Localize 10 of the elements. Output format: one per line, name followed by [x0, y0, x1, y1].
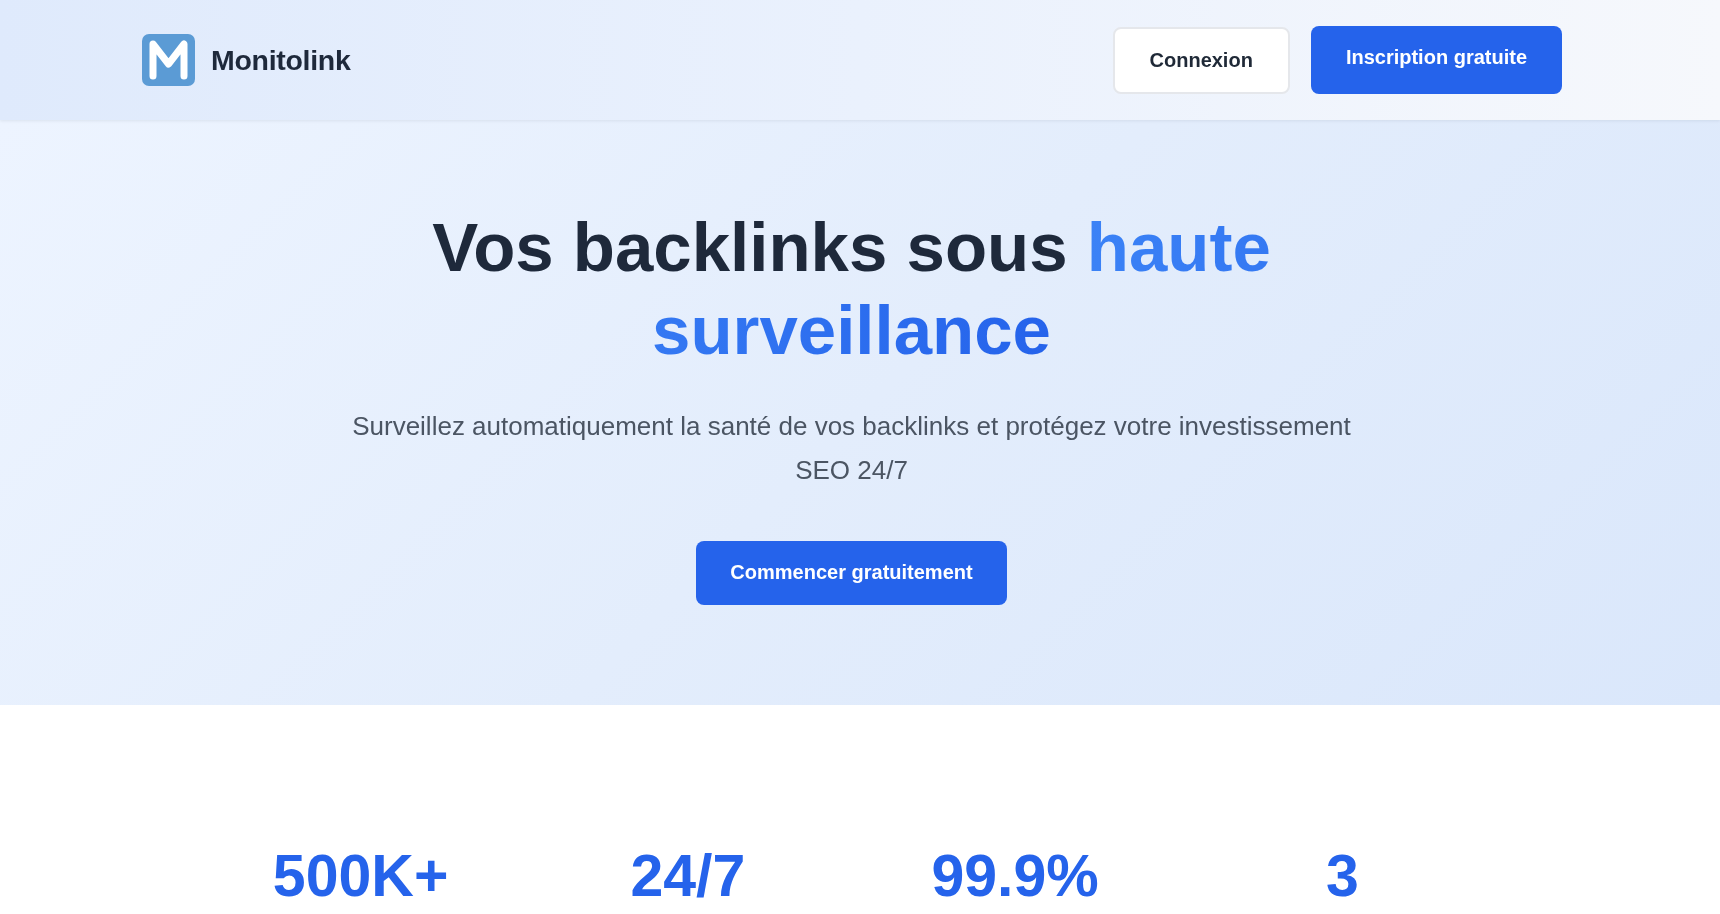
- hero-subtitle: Surveillez automatiquement la santé de vos backlinks et protégez votre investissement SEO 24/7: [351, 409, 1352, 487]
- stat-value: 99.9%: [931, 841, 1099, 911]
- stat-value: 500K+: [272, 841, 449, 911]
- logo-icon: [142, 34, 195, 86]
- signup-button[interactable]: Inscription gratuite: [1310, 26, 1562, 94]
- login-button[interactable]: Connexion: [1112, 26, 1290, 94]
- cta-button[interactable]: Commencer gratuitement: [696, 540, 1007, 605]
- stat-value: 24/7: [630, 841, 746, 911]
- brand-name: Monitolink: [211, 43, 351, 77]
- stat-value: 3: [1325, 841, 1359, 911]
